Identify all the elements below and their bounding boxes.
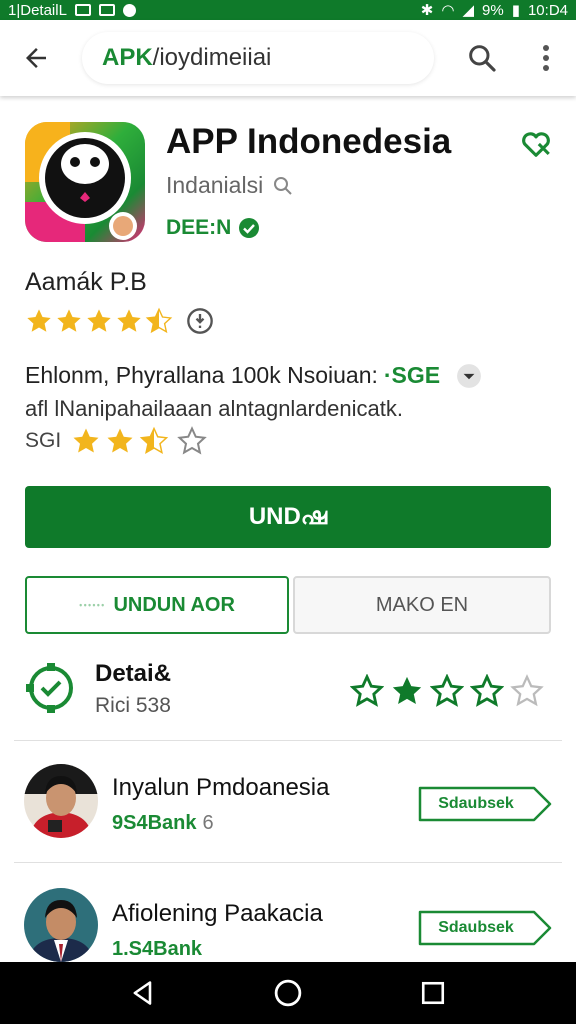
star-outline-icon [430, 674, 464, 707]
star-filled-icon [27, 309, 51, 332]
search-button[interactable] [460, 38, 504, 78]
status-left-text: 1|DetailL [8, 1, 67, 19]
star-outline-icon [510, 674, 544, 707]
list-item-meta: 9S4Bank [112, 812, 197, 834]
secondary-rating-row: SGI [25, 426, 207, 456]
list-item-subtitle: 9S4Bank 6 [112, 812, 214, 835]
list-item-meta: 1.S4Bank [112, 938, 203, 960]
secondary-rating-value: SGI [25, 429, 62, 452]
arrow-back-icon [26, 48, 46, 68]
description-line-2: afl lNanipahailaaan alntagnlardenicatk. [25, 396, 403, 421]
battery-text: 9% [482, 1, 504, 19]
list-item-action-button[interactable]: Sdaubsek [418, 786, 552, 822]
battery-icon: ▮ [511, 2, 520, 19]
list-item-count: 6 [202, 812, 214, 834]
nav-recents-icon [422, 981, 445, 1005]
more-options-button[interactable] [526, 38, 566, 78]
install-button[interactable]: UNDഷ [25, 486, 551, 548]
outline-button-label: UNDUN AOR [113, 593, 235, 616]
details-stars-row[interactable] [350, 674, 544, 708]
rating-stars-row [25, 306, 215, 336]
avatar [24, 764, 98, 838]
info-icon [187, 308, 213, 334]
outline-button-faint-text: ꞏꞏꞏꞏꞏꞏ [79, 599, 106, 612]
star-outline-icon [177, 426, 207, 455]
wifi-icon: ◠ [441, 2, 455, 19]
star-half-icon [139, 426, 169, 454]
list-item-action-label: Sdaubsek [438, 919, 514, 936]
details-check-icon [26, 663, 73, 713]
list-item[interactable]: Inyalun Pmdoanesia 9S4Bank 6 Sdaubsek [0, 752, 576, 852]
clock: 10:D4 [527, 1, 568, 19]
verified-icon [239, 218, 260, 238]
description-line-1: Ehlonm, Phyrallana 100k Nsoiuan: ·SGE [25, 362, 482, 389]
list-item[interactable]: Afiolening Paakacia 1.S4Bank Sdaubsek [0, 874, 576, 974]
list-item-action-label: Sdaubsek [438, 795, 514, 812]
more-vert-icon [543, 45, 549, 71]
search-icon [469, 45, 496, 72]
app-icon [25, 122, 145, 242]
star-filled-icon [87, 309, 111, 332]
list-item-title: Inyalun Pmdoanesia [112, 774, 330, 801]
notification-dot-icon [122, 3, 136, 17]
developer-name[interactable]: Indanialsi [166, 172, 295, 199]
star-outline-icon [470, 674, 504, 707]
rating-label: Aamák P.B [25, 268, 147, 296]
back-button[interactable] [0, 20, 72, 96]
badge-label: DEE:N [166, 216, 232, 239]
avatar [24, 888, 98, 962]
star-filled-icon [392, 676, 422, 705]
bluetooth-icon: ✱ [420, 2, 434, 19]
wishlist-button[interactable] [516, 124, 556, 164]
star-outline-icon [350, 674, 384, 707]
nav-back-icon [133, 981, 151, 1005]
wishlist-heart-icon [522, 132, 550, 157]
star-filled-icon [117, 309, 141, 332]
outline-action-button[interactable]: ꞏꞏꞏꞏꞏꞏ UNDUN AOR [25, 576, 289, 634]
search-query-text: /ioydimeiiai [152, 44, 272, 71]
app-title: APP Indonedesia [166, 122, 452, 161]
gallery-notification-icon [74, 4, 91, 16]
list-item-subtitle: 1.S4Bank [112, 938, 208, 961]
editor-badge: DEE:N [166, 216, 261, 240]
list-item-title: Afiolening Paakacia [112, 900, 323, 927]
signal-icon: ◢ [462, 2, 475, 19]
developer-label: Indanialsi [166, 172, 264, 198]
divider [14, 740, 562, 741]
details-subtitle: Rici 538 [95, 694, 171, 717]
star-filled-icon [107, 428, 133, 453]
star-filled-icon [73, 428, 99, 453]
star-half-icon [145, 307, 173, 334]
status-bar: 1|DetailL ✱ ◠ ◢ 9% ▮ 10:D4 [0, 0, 576, 20]
star-filled-icon [57, 309, 81, 332]
description-highlight: ·SGE [383, 362, 441, 388]
search-query-prefix: APK [102, 44, 153, 71]
nav-home-button[interactable] [258, 968, 318, 1018]
top-app-bar: APK /ioydimeiiai [0, 20, 576, 96]
system-nav-bar [0, 962, 576, 1024]
nav-back-button[interactable] [113, 968, 173, 1018]
nav-home-icon [274, 979, 302, 1007]
nav-recents-button[interactable] [403, 968, 463, 1018]
list-item-action-button[interactable]: Sdaubsek [418, 910, 552, 946]
search-field[interactable]: APK /ioydimeiiai [82, 32, 434, 84]
details-title: Detai& [95, 660, 172, 687]
chevron-down-icon[interactable] [456, 363, 482, 389]
image-notification-icon [98, 4, 115, 16]
divider [14, 862, 562, 863]
secondary-action-button[interactable]: MAKO EN [293, 576, 551, 634]
search-small-icon [274, 176, 292, 195]
description-text-1: Ehlonm, Phyrallana 100k Nsoiuan: [25, 362, 378, 388]
rating-info-button[interactable] [185, 306, 215, 336]
